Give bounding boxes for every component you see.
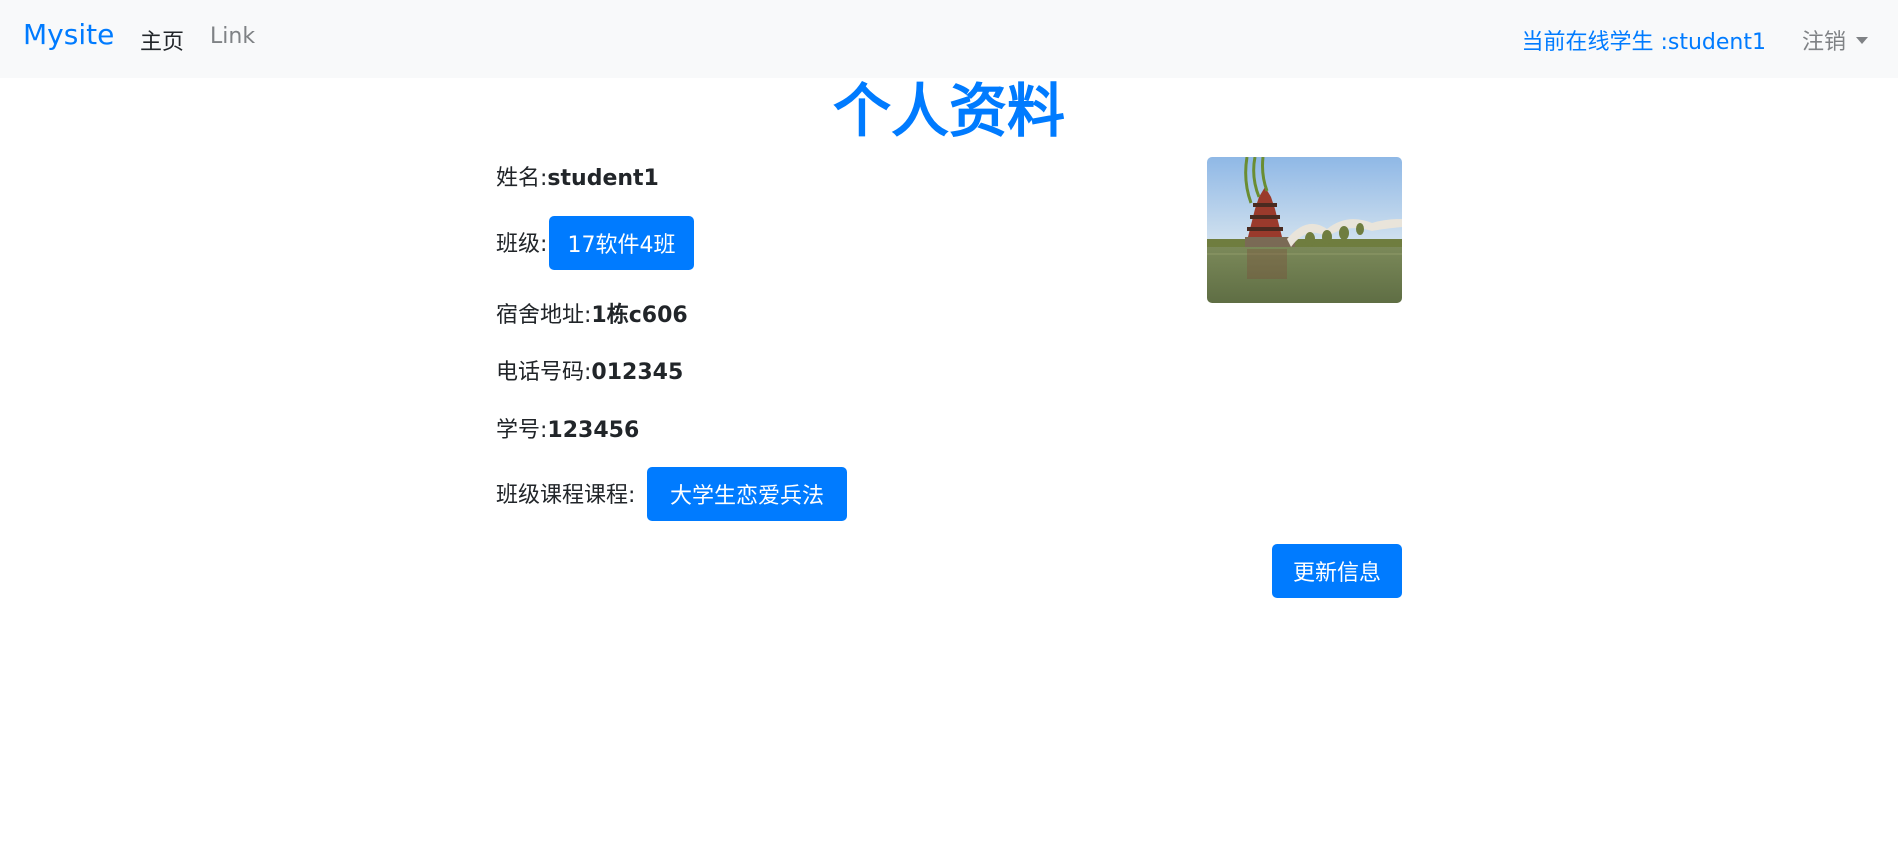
name-label: 姓名: xyxy=(496,166,548,191)
course-button[interactable]: 大学生恋爱兵法 xyxy=(647,467,847,521)
course-label: 班级课程课程: xyxy=(496,483,636,508)
update-info-button[interactable]: 更新信息 xyxy=(1272,544,1402,598)
nav-home-link[interactable]: 主页 xyxy=(140,24,184,56)
online-user-label: 当前在线学生 :student1 xyxy=(1521,30,1766,55)
phone-field: 电话号码:012345 xyxy=(496,354,683,386)
page-title: 个人资料 xyxy=(832,77,1065,145)
chevron-down-icon xyxy=(1856,36,1868,44)
name-value: student1 xyxy=(547,166,659,191)
pavilion-bridge-image xyxy=(1207,157,1402,303)
dorm-field: 宿舍地址:1栋c606 xyxy=(496,297,688,329)
course-field: 班级课程课程: xyxy=(496,477,635,509)
logout-dropdown[interactable]: 注销 xyxy=(1802,24,1868,56)
student-id-field: 学号:123456 xyxy=(496,412,639,444)
phone-value: 012345 xyxy=(591,360,684,385)
logout-label: 注销 xyxy=(1801,30,1846,55)
class-label: 班级: xyxy=(496,232,548,257)
student-id-value: 123456 xyxy=(547,418,640,443)
class-button[interactable]: 17软件4班 xyxy=(549,216,694,270)
class-field: 班级: xyxy=(496,226,547,258)
nav-link[interactable]: Link xyxy=(210,24,255,49)
name-field: 姓名:student1 xyxy=(496,160,659,192)
brand-link[interactable]: Mysite xyxy=(23,18,114,51)
dorm-label: 宿舍地址: xyxy=(496,303,592,328)
navbar: Mysite 主页 Link 当前在线学生 :student1 注销 xyxy=(0,0,1898,78)
dorm-value: 1栋c606 xyxy=(591,303,688,328)
phone-label: 电话号码: xyxy=(496,360,592,385)
profile-photo xyxy=(1207,157,1402,303)
student-id-label: 学号: xyxy=(496,418,548,443)
